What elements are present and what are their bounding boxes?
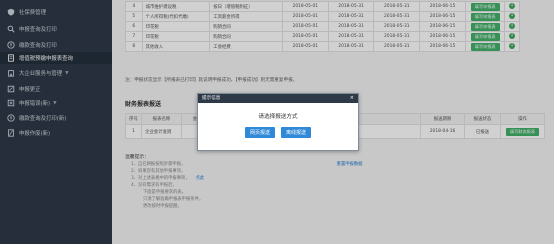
dialog-title: 提示信息 (202, 96, 221, 101)
offline-submit-button[interactable]: 离线报送 (281, 127, 312, 138)
dialog-buttons: 网页报送 离线报送 (198, 127, 358, 138)
close-icon[interactable]: × (350, 94, 354, 103)
dialog-header: 提示信息 × (198, 94, 358, 103)
submission-method-dialog: 提示信息 × 请选择报送方式 网页报送 离线报送 (197, 93, 359, 151)
dialog-message: 请选择报送方式 (258, 114, 298, 120)
online-submit-button[interactable]: 网页报送 (244, 127, 275, 138)
